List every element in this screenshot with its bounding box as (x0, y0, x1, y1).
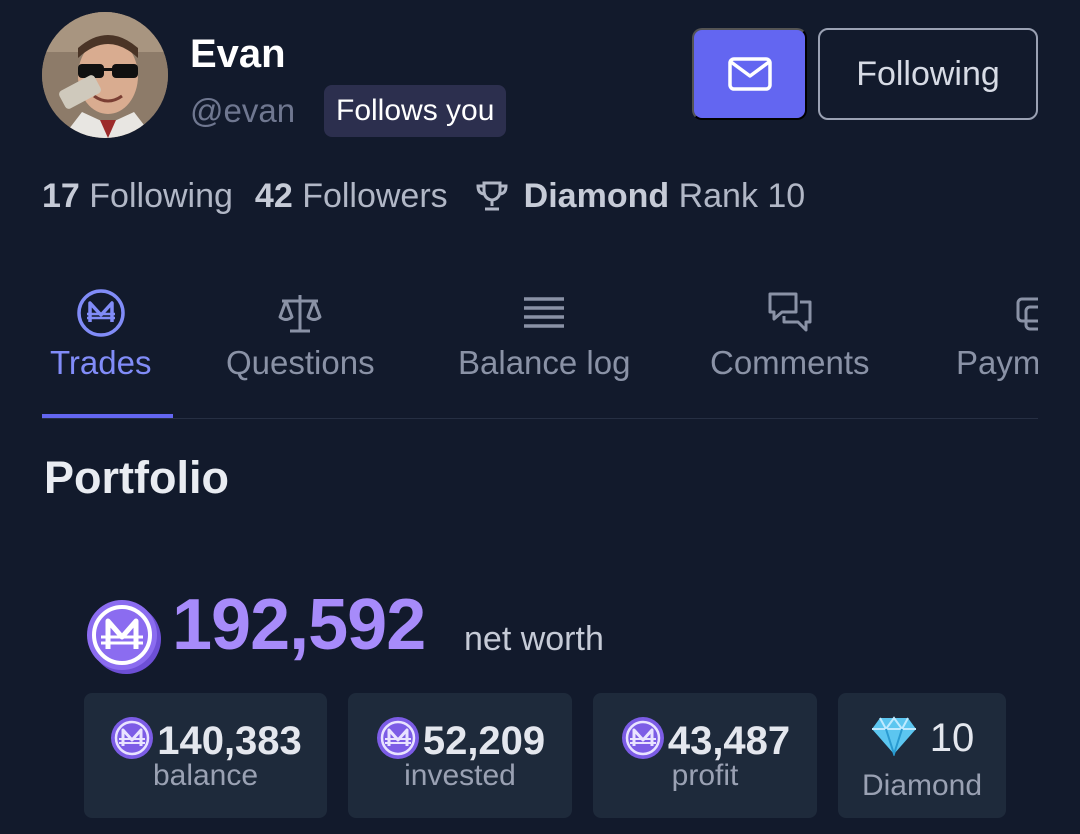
profit-card[interactable]: 43,487 profit (593, 693, 817, 818)
diamond-rank-card[interactable]: 10 Diamond (838, 693, 1006, 818)
profit-value: 43,487 (667, 718, 791, 763)
profit-label: profit (671, 759, 739, 792)
following-button[interactable]: Following (818, 28, 1038, 120)
profile-stats: 17 Following 42 Followers Diamond Rank 1… (42, 172, 805, 220)
tab-balance-log[interactable]: Balance log (458, 285, 631, 418)
profile-handle: @evan (190, 92, 296, 129)
following-link[interactable]: 17 Following (42, 177, 233, 216)
followers-link[interactable]: 42 Followers (255, 177, 448, 216)
tab-label: Payments (956, 344, 1038, 381)
tab-questions[interactable]: Questions (226, 285, 375, 418)
invested-card[interactable]: 52,209 invested (348, 693, 572, 818)
chat-bubbles-icon (766, 285, 814, 341)
tab-trades[interactable]: Trades (50, 285, 152, 418)
diamond-icon (870, 715, 918, 761)
tab-label: Balance log (458, 344, 631, 381)
envelope-icon (727, 57, 772, 91)
diamond-rank-label: Diamond (861, 769, 983, 802)
rank-link[interactable]: Diamond Rank 10 (524, 177, 806, 216)
followers-count: 42 (254, 176, 293, 215)
tab-label: Comments (710, 344, 870, 381)
mana-coin-icon (84, 597, 164, 682)
rank-label: Rank 10 (678, 176, 806, 215)
net-worth-value: 192,592 (172, 585, 426, 665)
balance-label: balance (152, 759, 259, 792)
profile-tabs: Trades Questions Balance log Comments Pa… (42, 285, 1038, 419)
tab-label: Questions (226, 344, 375, 381)
list-icon (522, 285, 566, 341)
active-tab-indicator (42, 414, 173, 418)
mana-coin-icon (75, 285, 127, 341)
invested-label: invested (404, 759, 516, 792)
balance-value: 140,383 (157, 718, 302, 763)
tab-label: Trades (50, 344, 152, 381)
following-label: Following (89, 176, 233, 215)
tab-payments[interactable]: Payments (956, 285, 1038, 418)
net-worth-label: net worth (464, 620, 604, 658)
following-count: 17 (42, 176, 80, 215)
balance-card[interactable]: 140,383 balance (84, 693, 327, 818)
rank-tier: Diamond (523, 176, 670, 215)
avatar[interactable] (42, 12, 168, 138)
profile-name: Evan (190, 32, 286, 76)
tab-comments[interactable]: Comments (710, 285, 870, 418)
avatar-image (42, 12, 168, 138)
message-button[interactable] (692, 28, 807, 120)
trophy-icon (474, 180, 510, 212)
payments-icon (956, 285, 1038, 341)
invested-value: 52,209 (422, 718, 546, 763)
follows-you-badge: Follows you (324, 85, 507, 137)
followers-label: Followers (302, 176, 448, 215)
scale-icon (276, 285, 324, 341)
portfolio-title: Portfolio (44, 452, 229, 503)
diamond-rank-value: 10 (929, 716, 975, 760)
